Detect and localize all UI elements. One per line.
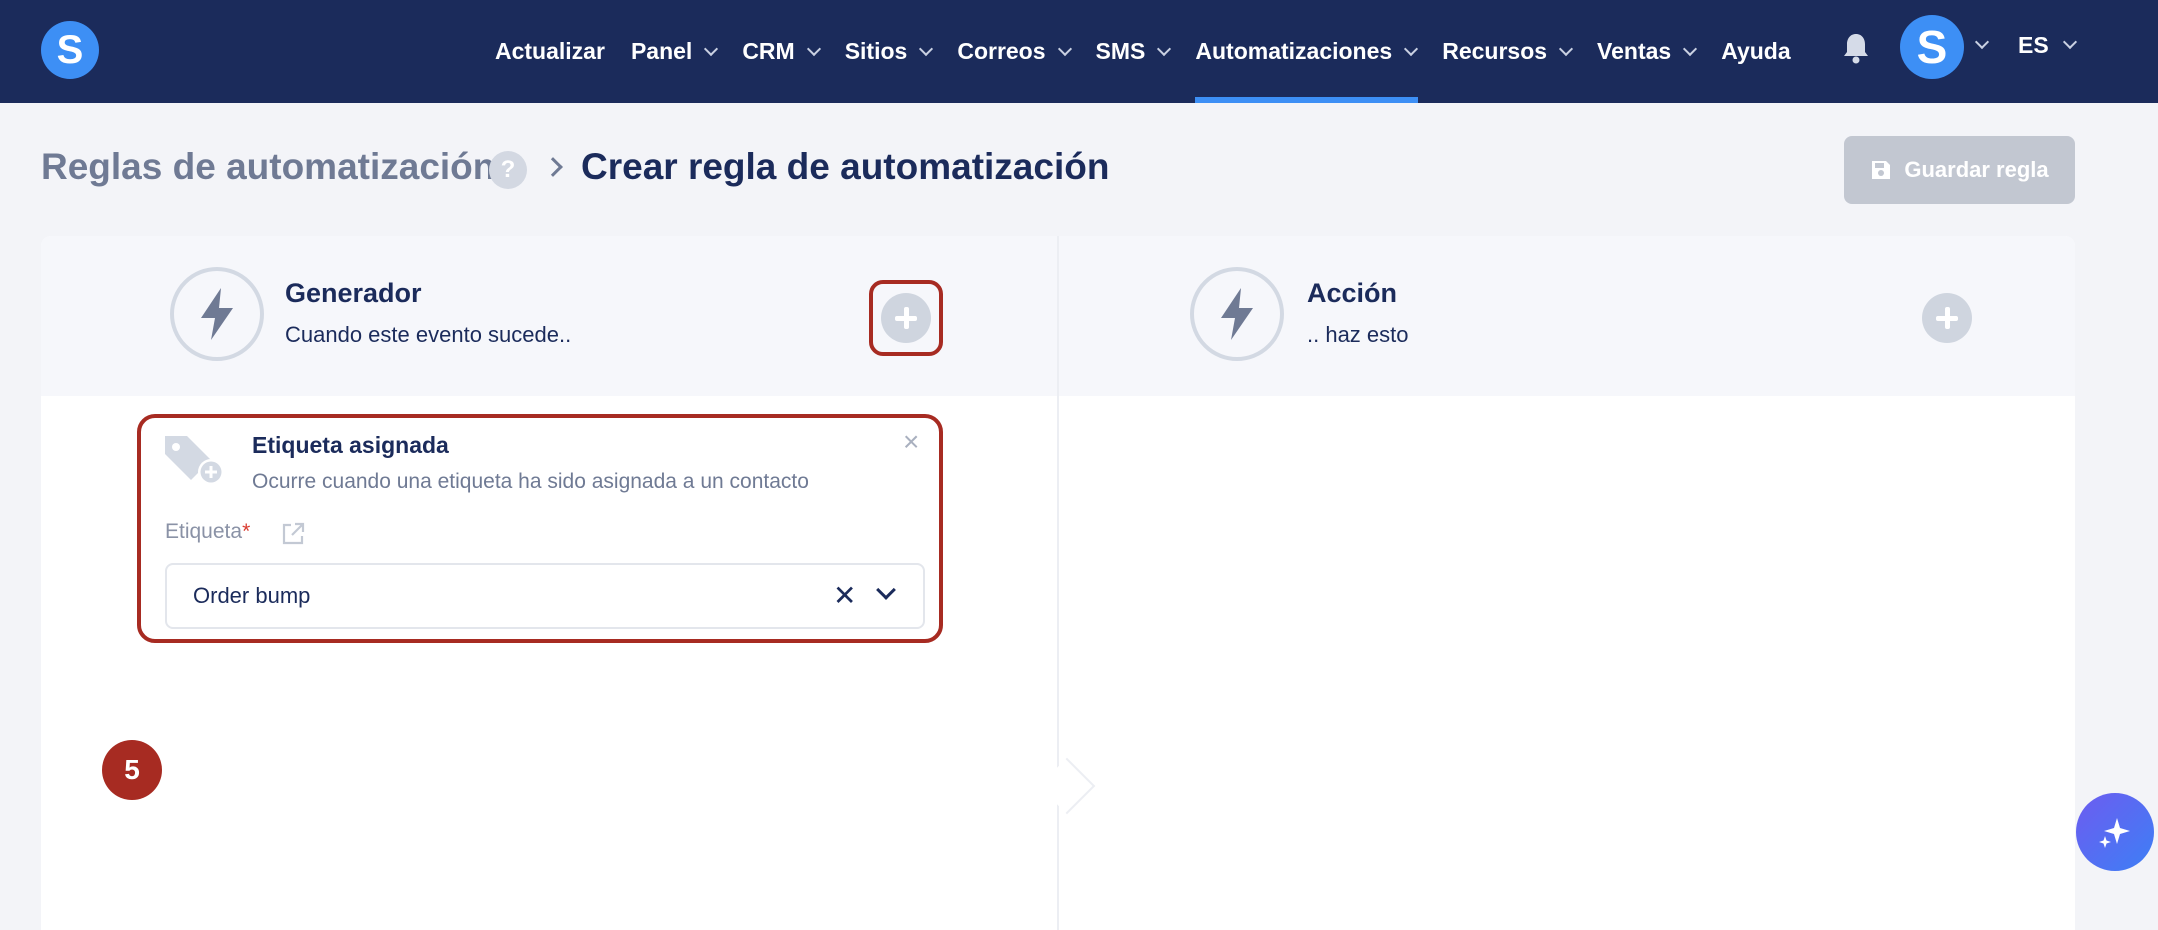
nav-item-label: Panel bbox=[630, 38, 693, 64]
chevron-down-icon bbox=[806, 41, 821, 56]
generator-title: Generador bbox=[285, 278, 422, 308]
bell-icon[interactable] bbox=[1842, 32, 1870, 64]
required-marker: * bbox=[242, 520, 251, 543]
nav-item-actualizar[interactable]: Actualizar bbox=[495, 0, 605, 103]
nav-item-automatizaciones[interactable]: Automatizaciones bbox=[1195, 0, 1419, 103]
save-rule-label: Guardar regla bbox=[1904, 157, 2049, 182]
nav-item-recursos[interactable]: Recursos bbox=[1442, 0, 1574, 103]
user-avatar[interactable]: S bbox=[1900, 15, 1964, 79]
chevron-down-icon bbox=[704, 41, 719, 56]
action-subtitle: .. haz esto bbox=[1307, 322, 1409, 347]
tag-add-icon bbox=[165, 436, 224, 485]
close-icon[interactable]: × bbox=[903, 428, 919, 456]
chevron-down-icon[interactable] bbox=[876, 580, 896, 600]
language-selector[interactable]: ES bbox=[2018, 0, 2077, 90]
chevron-down-icon bbox=[2062, 34, 2077, 50]
step-number-badge: 5 bbox=[102, 740, 162, 800]
sparkle-icon bbox=[2099, 818, 2130, 848]
trigger-card: Etiqueta asignada Ocurre cuando una etiq… bbox=[137, 414, 943, 643]
save-icon bbox=[1872, 161, 1891, 179]
chevron-down-icon[interactable] bbox=[1974, 34, 1990, 50]
nav-item-label: SMS bbox=[1095, 38, 1146, 64]
tag-select-value: Order bump bbox=[193, 583, 311, 608]
save-rule-button[interactable]: Guardar regla bbox=[1844, 136, 2075, 204]
action-title: Acción bbox=[1307, 278, 1398, 308]
rule-editor-card: Generador Cuando este evento sucede.. Ac… bbox=[41, 236, 2075, 930]
nav-item-label: Actualizar bbox=[495, 38, 605, 64]
main-nav: Actualizar Panel CRM Sitios Correos SMS Automa… bbox=[495, 0, 1817, 103]
tag-field-label: Etiqueta* bbox=[165, 520, 250, 544]
generator-header: Generador Cuando este evento sucede.. bbox=[41, 236, 1057, 396]
chevron-down-icon bbox=[1558, 41, 1574, 56]
chevron-down-icon bbox=[1057, 41, 1072, 56]
nav-item-label: Recursos bbox=[1442, 38, 1548, 64]
nav-item-label: Correos bbox=[957, 38, 1046, 64]
page-title: Crear regla de automatización bbox=[581, 146, 1110, 187]
column-divider bbox=[1057, 236, 1059, 930]
nav-item-crm[interactable]: CRM bbox=[742, 0, 821, 103]
help-icon[interactable]: ? bbox=[489, 151, 527, 189]
chevron-down-icon bbox=[1683, 41, 1698, 56]
clear-icon[interactable]: ✕ bbox=[833, 579, 856, 613]
ai-assistant-button[interactable] bbox=[2076, 793, 2154, 871]
lightning-cycle-icon bbox=[1190, 267, 1284, 361]
add-trigger-button[interactable] bbox=[881, 293, 931, 343]
nav-item-label: CRM bbox=[742, 38, 795, 64]
trigger-description: Ocurre cuando una etiqueta ha sido asign… bbox=[252, 470, 809, 493]
nav-item-sms[interactable]: SMS bbox=[1095, 0, 1172, 103]
flow-arrow bbox=[1038, 757, 1096, 815]
breadcrumb-root[interactable]: Reglas de automatización bbox=[41, 146, 495, 188]
language-label: ES bbox=[2018, 31, 2049, 58]
lightning-icon bbox=[170, 267, 264, 361]
tag-field-label-text: Etiqueta bbox=[165, 520, 243, 543]
action-header: Acción .. haz esto bbox=[1059, 236, 2075, 396]
external-link-icon[interactable] bbox=[280, 521, 306, 547]
nav-item-label: Sitios bbox=[844, 38, 908, 64]
trigger-title: Etiqueta asignada bbox=[252, 432, 449, 458]
generator-subtitle: Cuando este evento sucede.. bbox=[285, 322, 572, 347]
add-action-button[interactable] bbox=[1922, 293, 1972, 343]
nav-item-label: Automatizaciones bbox=[1195, 38, 1393, 64]
chevron-down-icon bbox=[919, 41, 934, 56]
nav-item-label: Ventas bbox=[1597, 38, 1672, 64]
chevron-down-icon bbox=[1157, 41, 1172, 56]
nav-item-panel[interactable]: Panel bbox=[630, 0, 719, 103]
nav-item-label: Ayuda bbox=[1721, 38, 1791, 64]
nav-item-ayuda[interactable]: Ayuda bbox=[1721, 0, 1790, 103]
top-navigation-bar: S Actualizar Panel CRM Sitios Correos SMS Auto… bbox=[0, 0, 2158, 103]
nav-item-sitios[interactable]: Sitios bbox=[844, 0, 934, 103]
nav-item-correos[interactable]: Correos bbox=[957, 0, 1072, 103]
nav-item-ventas[interactable]: Ventas bbox=[1597, 0, 1698, 103]
tag-select[interactable]: Order bump ✕ bbox=[165, 563, 925, 629]
app-logo[interactable]: S bbox=[41, 21, 99, 79]
chevron-down-icon bbox=[1404, 41, 1419, 56]
chevron-right-icon bbox=[543, 157, 563, 177]
